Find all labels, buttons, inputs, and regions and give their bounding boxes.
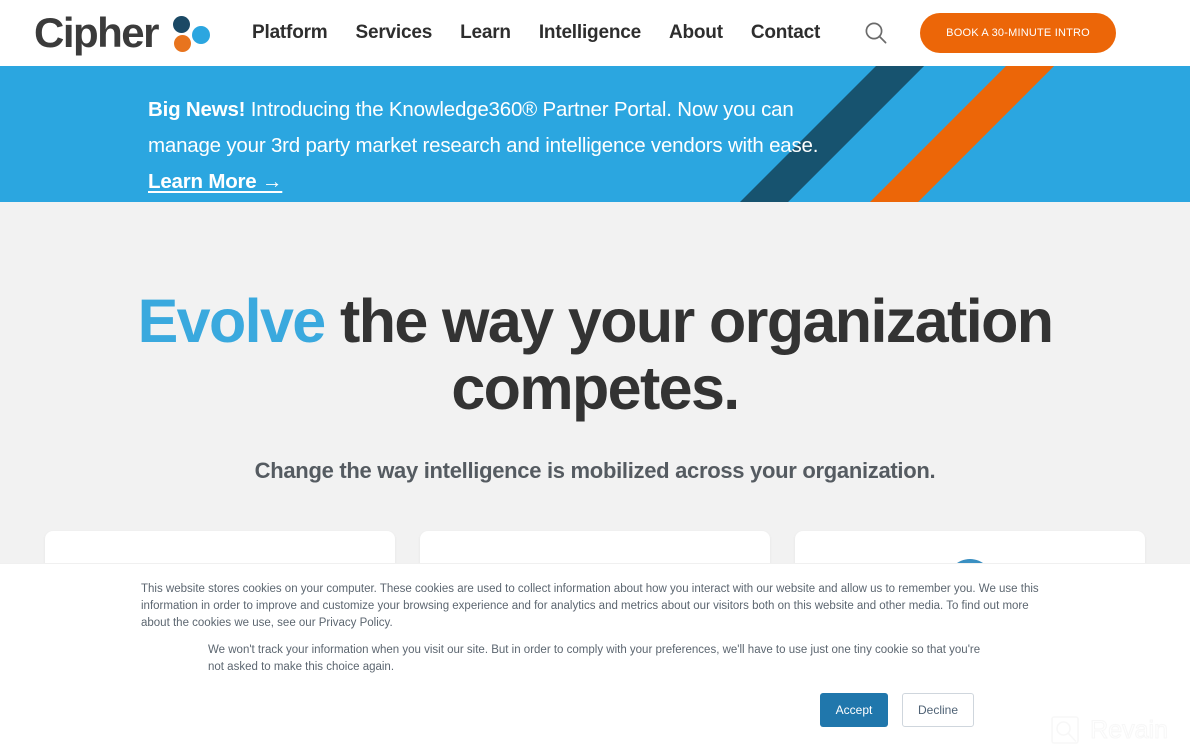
search-icon [865, 22, 887, 44]
announcement-text: Big News! Introducing the Knowledge360® … [148, 92, 870, 200]
cookie-consent-banner: This website stores cookies on your comp… [0, 563, 1190, 753]
main-nav: Platform Services Learn Intelligence Abo… [252, 22, 820, 44]
cookie-actions: Accept Decline [820, 693, 974, 727]
hero-title-rest: the way your organization competes. [324, 287, 1054, 422]
learn-more-link[interactable]: Learn More → [148, 170, 282, 193]
revain-watermark-label: Revain [1090, 715, 1169, 744]
search-button[interactable] [856, 13, 896, 53]
hero-title-accent: Evolve [137, 287, 327, 355]
hero-subtitle: Change the way intelligence is mobilized… [254, 458, 936, 483]
nav-item-about[interactable]: About [669, 22, 723, 44]
page-title: Evolve the way your organization compete… [0, 288, 1190, 422]
hero-section: Evolve the way your organization compete… [0, 202, 1190, 484]
cookie-policy-paragraph-1: This website stores cookies on your comp… [141, 583, 1039, 629]
logo-text: Cipher [34, 9, 160, 56]
nav-item-intelligence[interactable]: Intelligence [539, 22, 641, 44]
nav-item-services[interactable]: Services [355, 22, 432, 44]
decline-button[interactable]: Decline [902, 693, 974, 727]
cookie-policy-paragraph-2: We won't track your information when you… [208, 644, 981, 673]
announcement-badge: Big News! [148, 98, 246, 121]
accept-button[interactable]: Accept [820, 693, 888, 727]
page-root: Cipher Platform Services Learn Intellige… [0, 0, 1190, 753]
nav-item-platform[interactable]: Platform [252, 22, 328, 44]
blue-dot-icon [192, 26, 211, 44]
nav-item-learn[interactable]: Learn [460, 22, 511, 44]
logo[interactable]: Cipher [34, 12, 214, 54]
announcement-banner: Big News! Introducing the Knowledge360® … [0, 66, 1190, 202]
nav-item-contact[interactable]: Contact [751, 22, 821, 44]
navy-dot-icon [173, 16, 191, 33]
announcement-content: Big News! Introducing the Knowledge360® … [0, 66, 870, 200]
revain-watermark: Revain [1050, 715, 1168, 745]
logo-dots-icon [170, 13, 214, 53]
revain-logo-icon [1051, 716, 1079, 744]
book-intro-button[interactable]: BOOK A 30-MINUTE INTRO [920, 13, 1116, 53]
site-header: Cipher Platform Services Learn Intellige… [0, 0, 1190, 66]
announcement-body: Introducing the Knowledge360® Partner Po… [148, 98, 819, 157]
orange-dot-icon [174, 35, 192, 52]
